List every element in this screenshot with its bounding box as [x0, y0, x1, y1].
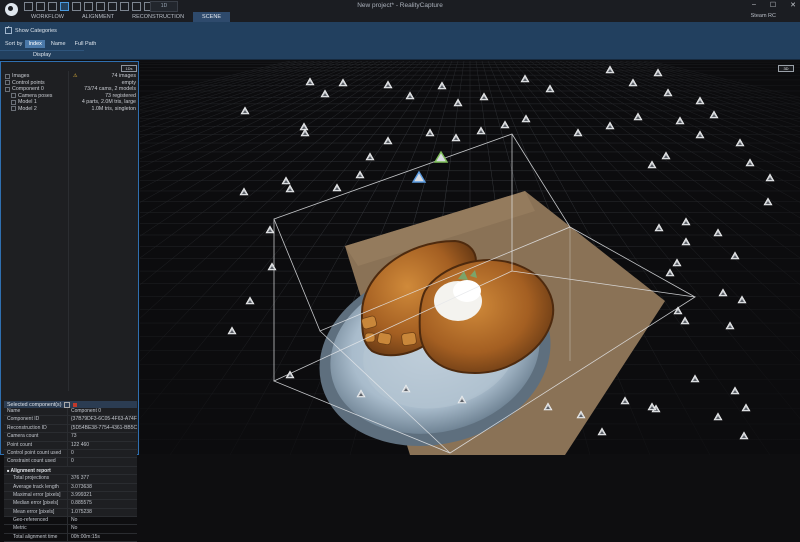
property-key: Name [4, 408, 68, 416]
property-row[interactable]: Reconstruction ID {5D54BE38-7754-4361-BB5… [4, 424, 137, 434]
expand-icon[interactable] [11, 93, 16, 99]
show-categories-checkbox[interactable]: Show Categories [5, 25, 57, 34]
properties-panel: Selected component(s) Name Component 0 Com… [4, 401, 137, 542]
menu-bar: WORKFLOW ALIGNMENT RECONSTRUCTION SCENE … [0, 12, 800, 22]
properties-header: Selected component(s) [4, 401, 137, 408]
property-row[interactable]: Total alignment time 00h:00m:15s [4, 533, 137, 542]
property-value: 73 [71, 433, 77, 440]
display-group-label: Display [0, 50, 84, 58]
property-row[interactable]: Total projections 376 377 [4, 475, 137, 484]
property-row[interactable]: Constraint count used 0 [4, 458, 137, 467]
property-value: 1.075238 [71, 508, 92, 515]
sort-by-row: Sort by Index Name Full Path [5, 40, 99, 48]
property-key: Metric [4, 525, 68, 533]
tab-alignment[interactable]: ALIGNMENT [73, 12, 123, 22]
property-row[interactable]: Geo-referenced No [4, 517, 137, 526]
account-menu[interactable]: Steam RC [751, 13, 776, 19]
tab-workflow[interactable]: WORKFLOW [22, 12, 73, 22]
panel-layout-button[interactable]: 1Ds [121, 65, 137, 72]
property-row[interactable]: Metric No [4, 525, 137, 534]
project-tree-panel: 1Ds Images Control points Component 0 Ca… [0, 61, 139, 542]
scene-canvas[interactable] [140, 61, 800, 455]
show-categories-label: Show Categories [15, 27, 57, 34]
properties-title: Selected component(s) [7, 401, 62, 408]
expand-icon[interactable] [11, 99, 16, 105]
minimize-button[interactable]: – [752, 1, 756, 9]
window-title: New project* - RealityCapture [357, 2, 443, 9]
expand-icon[interactable] [5, 80, 10, 86]
property-value: 376 377 [71, 475, 90, 482]
property-row[interactable]: Control point count used 0 [4, 449, 137, 459]
close-panel-icon[interactable] [73, 402, 78, 407]
property-value: 3.073638 [71, 483, 92, 490]
property-key: Total alignment time [4, 533, 68, 542]
property-key: Control point count used [4, 449, 68, 458]
project-tree: Images Control points Component 0 Camera… [5, 73, 69, 112]
property-value: No [71, 517, 78, 524]
property-key: Median error [pixels] [4, 500, 68, 508]
property-value: 122 460 [71, 441, 90, 448]
sort-name-button[interactable]: Name [48, 40, 69, 48]
property-key: Average track length [4, 483, 68, 491]
property-value: Component 0 [71, 408, 102, 414]
property-key: Total projections [4, 475, 68, 483]
property-row[interactable]: Name Component 0 [4, 408, 137, 417]
property-row[interactable]: Component ID {37B79DF3-6C05-4F63-A74F-... [4, 416, 137, 425]
property-value: No [71, 525, 78, 532]
sort-by-label: Sort by [5, 41, 23, 47]
tab-reconstruction[interactable]: RECONSTRUCTION [123, 12, 193, 22]
property-row[interactable]: Point count 122 460 [4, 441, 137, 450]
viewport-mode-button[interactable]: 3D [778, 65, 794, 72]
property-value: 0.885575 [71, 500, 92, 507]
property-key: Component ID [4, 416, 68, 424]
property-value: 0 [71, 458, 74, 465]
property-key: Constraint count used [4, 458, 68, 466]
pin-icon[interactable] [64, 401, 71, 408]
property-key: Mean error [pixels] [4, 508, 68, 517]
expand-icon[interactable] [11, 106, 16, 112]
property-row[interactable]: Average track length 3.073638 [4, 483, 137, 492]
app-logo-icon[interactable] [3, 1, 20, 18]
property-row[interactable]: Median error [pixels] 0.885575 [4, 500, 137, 509]
properties-table: Name Component 0 Component ID {37B79DF3-6C0… [4, 408, 137, 542]
tree-value: 1.0M tris, singleton [91, 105, 136, 112]
properties-section-header[interactable]: Alignment report [4, 467, 137, 476]
property-key: Camera count [4, 433, 68, 441]
sort-full-path-button[interactable]: Full Path [72, 40, 100, 48]
tab-scene[interactable]: SCENE [193, 12, 230, 22]
collapse-icon[interactable] [5, 86, 10, 92]
property-row[interactable]: Maximal error [pixels] 3.999321 [4, 491, 137, 501]
property-row[interactable]: Camera count 73 [4, 433, 137, 442]
maximize-button[interactable]: ☐ [770, 1, 776, 9]
property-key: Maximal error [pixels] [4, 491, 68, 500]
property-value: 3.999321 [71, 491, 92, 498]
tree-splitter[interactable] [68, 71, 69, 391]
property-value: {37B79DF3-6C05-4F63-A74F-... [71, 416, 137, 423]
tree-label: Model 2 [18, 105, 37, 112]
checkbox-icon [5, 25, 12, 34]
property-value: 00h:00m:15s [71, 533, 100, 540]
property-row[interactable]: Mean error [pixels] 1.075238 [4, 508, 137, 518]
window-controls: – ☐ ✕ [752, 1, 796, 9]
tree-values: ⚠ 74 images empty 73/74 cams, 2 models 73… [71, 73, 136, 112]
property-value: 0 [71, 449, 74, 456]
expand-icon[interactable] [5, 73, 10, 79]
property-value: {5D54BE38-7754-4361-BB5C-... [71, 424, 137, 431]
3d-viewport[interactable]: 3D [140, 61, 800, 455]
ribbon: Show Categories Sort by Index Name Full … [0, 22, 800, 60]
property-key: Geo-referenced [4, 517, 68, 525]
close-button[interactable]: ✕ [790, 1, 796, 9]
property-key: Reconstruction ID [4, 424, 68, 433]
property-key: Alignment report [4, 467, 51, 474]
tree-item-model-2[interactable]: Model 2 [5, 106, 69, 113]
property-key: Point count [4, 441, 68, 449]
sort-index-button[interactable]: Index [25, 40, 45, 48]
